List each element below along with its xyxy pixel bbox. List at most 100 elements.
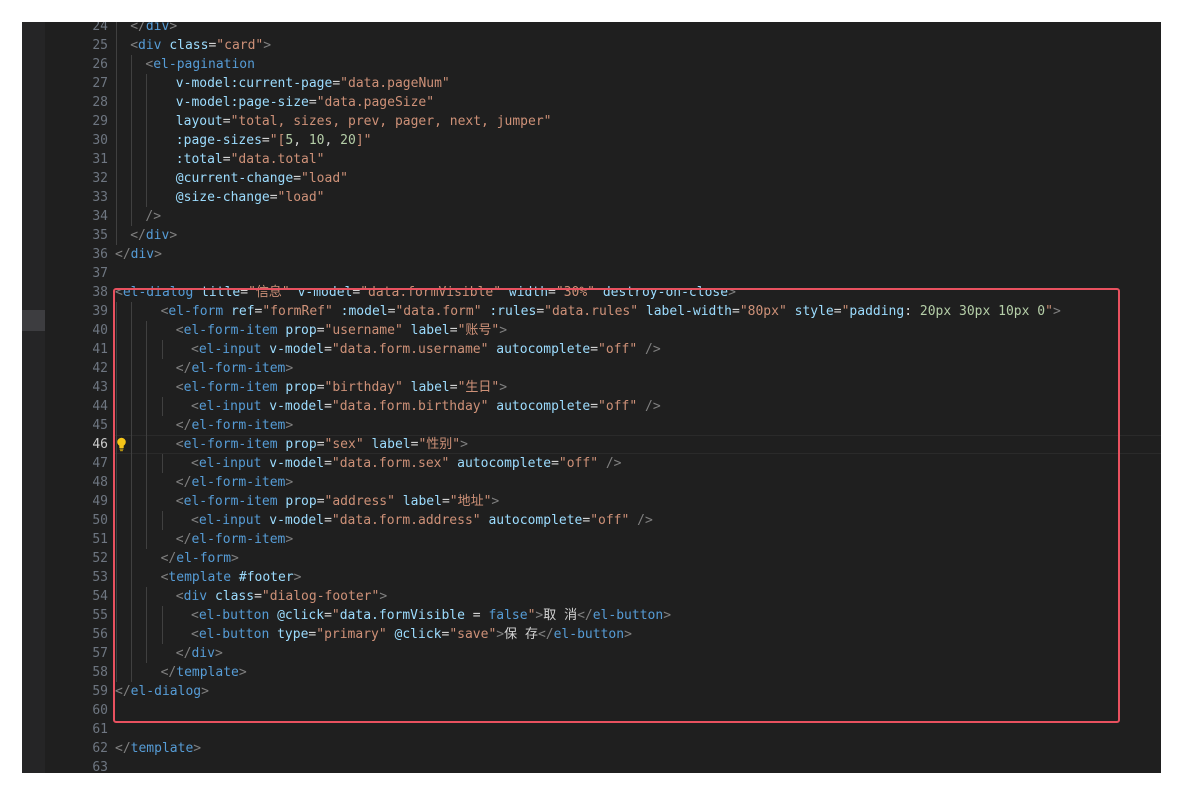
code-text: layout="total, sizes, prev, pager, next,… bbox=[176, 112, 552, 131]
line-number: 42 bbox=[92, 361, 108, 376]
line-number: 31 bbox=[92, 152, 108, 167]
code-line[interactable]: 34 /> bbox=[22, 207, 1161, 226]
indent-guide bbox=[146, 112, 148, 131]
code-token: "data.pageSize" bbox=[316, 95, 435, 110]
code-text: @current-change="load" bbox=[176, 169, 348, 188]
code-line[interactable]: 37 bbox=[22, 264, 1161, 283]
line-number: 34 bbox=[92, 209, 108, 224]
code-token: :page-sizes bbox=[175, 133, 262, 148]
indent-guide bbox=[146, 93, 148, 112]
code-token: "load" bbox=[301, 171, 348, 186]
code-line[interactable]: 33 @size-change="load" bbox=[22, 188, 1161, 207]
code-token: "data.total" bbox=[230, 152, 325, 167]
code-token: "data.pageNum" bbox=[340, 76, 450, 91]
code-token: /> bbox=[145, 209, 162, 224]
line-number: 59 bbox=[92, 684, 108, 699]
code-token: 10 bbox=[308, 133, 325, 148]
indent-guide bbox=[116, 93, 117, 112]
line-number: 62 bbox=[92, 741, 108, 756]
line-number: 24 bbox=[92, 22, 108, 34]
indent-guide bbox=[116, 150, 117, 169]
indent-guide bbox=[131, 169, 133, 188]
line-number: 27 bbox=[92, 76, 108, 91]
code-token: </ bbox=[130, 228, 146, 243]
indent-guide bbox=[146, 188, 148, 207]
code-token: = bbox=[308, 95, 317, 110]
code-token: = bbox=[332, 76, 341, 91]
code-text: <div class="card"> bbox=[130, 36, 271, 55]
code-text: @size-change="load" bbox=[176, 188, 325, 207]
code-text: /> bbox=[145, 207, 161, 226]
code-token: div bbox=[130, 247, 155, 262]
code-token: div bbox=[138, 38, 162, 53]
indent-guide bbox=[131, 150, 133, 169]
indent-guide bbox=[116, 207, 117, 226]
code-token: = bbox=[269, 190, 278, 205]
code-line[interactable]: 30:page-sizes="[5, 10, 20]" bbox=[22, 131, 1161, 150]
code-line[interactable]: 27 v-model:current-page="data.pageNum" bbox=[22, 74, 1161, 93]
line-number: 41 bbox=[92, 342, 108, 357]
code-line[interactable]: 24 </div> bbox=[22, 22, 1161, 36]
code-token: div bbox=[145, 22, 170, 34]
indent-guide bbox=[116, 36, 117, 55]
code-line[interactable]: 63 bbox=[22, 758, 1161, 773]
line-number: 44 bbox=[92, 399, 108, 414]
code-token: > bbox=[154, 247, 162, 262]
code-token: el-pagination bbox=[153, 57, 255, 72]
indent-guide bbox=[146, 74, 148, 93]
indent-guide bbox=[146, 150, 148, 169]
code-token: </ bbox=[130, 22, 146, 34]
line-number: 50 bbox=[92, 513, 108, 528]
line-number: 40 bbox=[92, 323, 108, 338]
code-line[interactable]: 29 layout="total, sizes, prev, pager, nex… bbox=[22, 112, 1161, 131]
code-line[interactable]: 31 :total="data.total" bbox=[22, 150, 1161, 169]
indent-guide bbox=[131, 207, 133, 226]
line-number: 38 bbox=[92, 285, 108, 300]
code-token: < bbox=[130, 38, 139, 53]
indent-guide bbox=[116, 112, 117, 131]
code-text: v-model:current-page="data.pageNum" bbox=[176, 74, 450, 93]
code-token: ]" bbox=[355, 133, 372, 148]
code-line[interactable]: 62 </template> bbox=[22, 739, 1161, 758]
code-token: > bbox=[193, 741, 202, 756]
code-token: class bbox=[169, 38, 209, 53]
line-number: 52 bbox=[92, 551, 108, 566]
code-token: template bbox=[130, 741, 194, 756]
code-token: , bbox=[293, 133, 309, 148]
code-line[interactable]: 28 v-model:page-size="data.pageSize" bbox=[22, 93, 1161, 112]
code-token: "total, sizes, prev, pager, next, jumper… bbox=[230, 114, 552, 129]
indent-guide bbox=[116, 74, 117, 93]
line-number: 35 bbox=[92, 228, 108, 243]
code-token: @current-change bbox=[175, 171, 294, 186]
code-token: "load" bbox=[277, 190, 325, 205]
code-token: , bbox=[324, 133, 341, 148]
code-line[interactable]: 25 <div class="card"> bbox=[22, 36, 1161, 55]
line-number: 37 bbox=[92, 266, 108, 281]
indent-guide bbox=[116, 169, 117, 188]
code-line[interactable]: 35 </div> bbox=[22, 226, 1161, 245]
code-token: 20 bbox=[340, 133, 356, 148]
code-token: = bbox=[222, 152, 231, 167]
line-number: 47 bbox=[92, 456, 108, 471]
indent-guide bbox=[131, 55, 133, 74]
line-number: 32 bbox=[92, 171, 108, 186]
line-number: 55 bbox=[92, 608, 108, 623]
line-number: 36 bbox=[92, 247, 108, 262]
code-token: "card" bbox=[216, 38, 264, 53]
line-number: 51 bbox=[92, 532, 108, 547]
code-line[interactable]: 26 <el-pagination bbox=[22, 55, 1161, 74]
code-token: layout bbox=[175, 114, 223, 129]
code-token: </ bbox=[115, 247, 131, 262]
indent-guide bbox=[131, 112, 133, 131]
line-number: 60 bbox=[92, 703, 108, 718]
line-number: 45 bbox=[92, 418, 108, 433]
line-number: 49 bbox=[92, 494, 108, 509]
line-number: 26 bbox=[92, 57, 108, 72]
code-line[interactable]: 32 @current-change="load" bbox=[22, 169, 1161, 188]
code-text: :page-sizes="[5, 10, 20]" bbox=[176, 131, 372, 150]
line-number: 28 bbox=[92, 95, 108, 110]
code-editor[interactable]: 24 </div> 25 <div class="card"> 26 <el-pagina… bbox=[22, 22, 1161, 773]
code-text: </template> bbox=[115, 739, 201, 758]
code-text: :total="data.total" bbox=[176, 150, 325, 169]
code-line[interactable]: 36 </div> bbox=[22, 245, 1161, 264]
